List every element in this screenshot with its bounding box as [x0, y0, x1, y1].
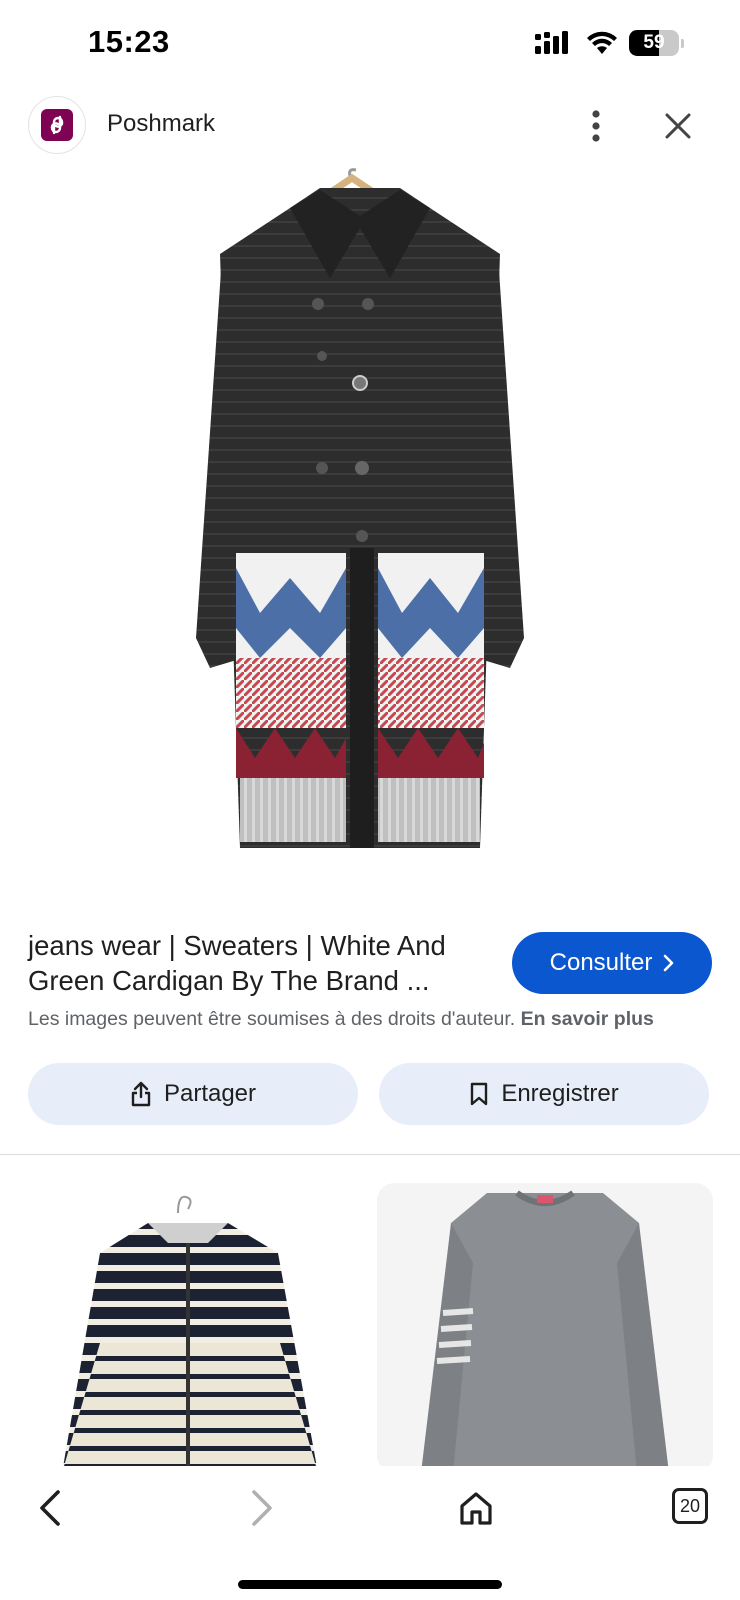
bottom-nav: 20 [0, 1466, 740, 1600]
chevron-right-icon [664, 954, 674, 972]
forward-button[interactable] [240, 1486, 284, 1530]
share-label: Partager [163, 1080, 257, 1107]
battery-level: 59 [643, 32, 665, 53]
back-button[interactable] [28, 1486, 72, 1530]
related-item-striped-cardigan[interactable] [28, 1183, 364, 1473]
divider [0, 1154, 740, 1155]
status-bar: 15:23 59 [0, 0, 740, 88]
source-header: Poshmark [0, 96, 740, 156]
learn-more-link[interactable]: En savoir plus [521, 1008, 654, 1030]
home-button[interactable] [454, 1486, 498, 1530]
striped-cardigan-image [28, 1183, 364, 1473]
save-button[interactable]: Enregistrer [379, 1063, 709, 1125]
source-name[interactable]: Poshmark [107, 110, 215, 138]
more-options-button[interactable] [578, 104, 614, 148]
visit-button[interactable]: Consulter [512, 932, 712, 994]
battery-icon: 59 [629, 30, 679, 56]
wifi-icon [587, 31, 617, 54]
status-time: 15:23 [88, 24, 170, 59]
related-item-grey-sweater[interactable] [377, 1183, 713, 1473]
copyright-notice: Les images peuvent être soumises à des d… [28, 1008, 654, 1031]
home-icon [460, 1492, 492, 1525]
result-title[interactable]: jeans wear | Sweaters | White And Green … [28, 928, 498, 998]
status-icons: 59 [535, 30, 684, 56]
grey-sweater-image [377, 1183, 713, 1473]
poshmark-logo-mark [41, 109, 73, 141]
home-indicator[interactable] [238, 1580, 502, 1589]
close-icon [665, 113, 691, 139]
cardigan-image[interactable] [180, 168, 540, 868]
battery-nub [681, 38, 684, 48]
forward-icon [252, 1490, 272, 1526]
poshmark-logo-icon[interactable] [28, 96, 86, 154]
share-icon [131, 1081, 151, 1107]
signal-icon [535, 31, 568, 54]
more-vert-icon [592, 110, 600, 142]
save-label: Enregistrer [501, 1080, 619, 1107]
tab-count: 20 [679, 1495, 701, 1516]
share-button[interactable]: Partager [28, 1063, 358, 1125]
copyright-text: Les images peuvent être soumises à des d… [28, 1008, 516, 1030]
bookmark-icon [471, 1082, 488, 1106]
close-button[interactable] [656, 104, 700, 148]
visit-button-label: Consulter [549, 949, 653, 976]
tabs-button[interactable]: 20 [672, 1488, 708, 1524]
back-icon [40, 1490, 60, 1526]
